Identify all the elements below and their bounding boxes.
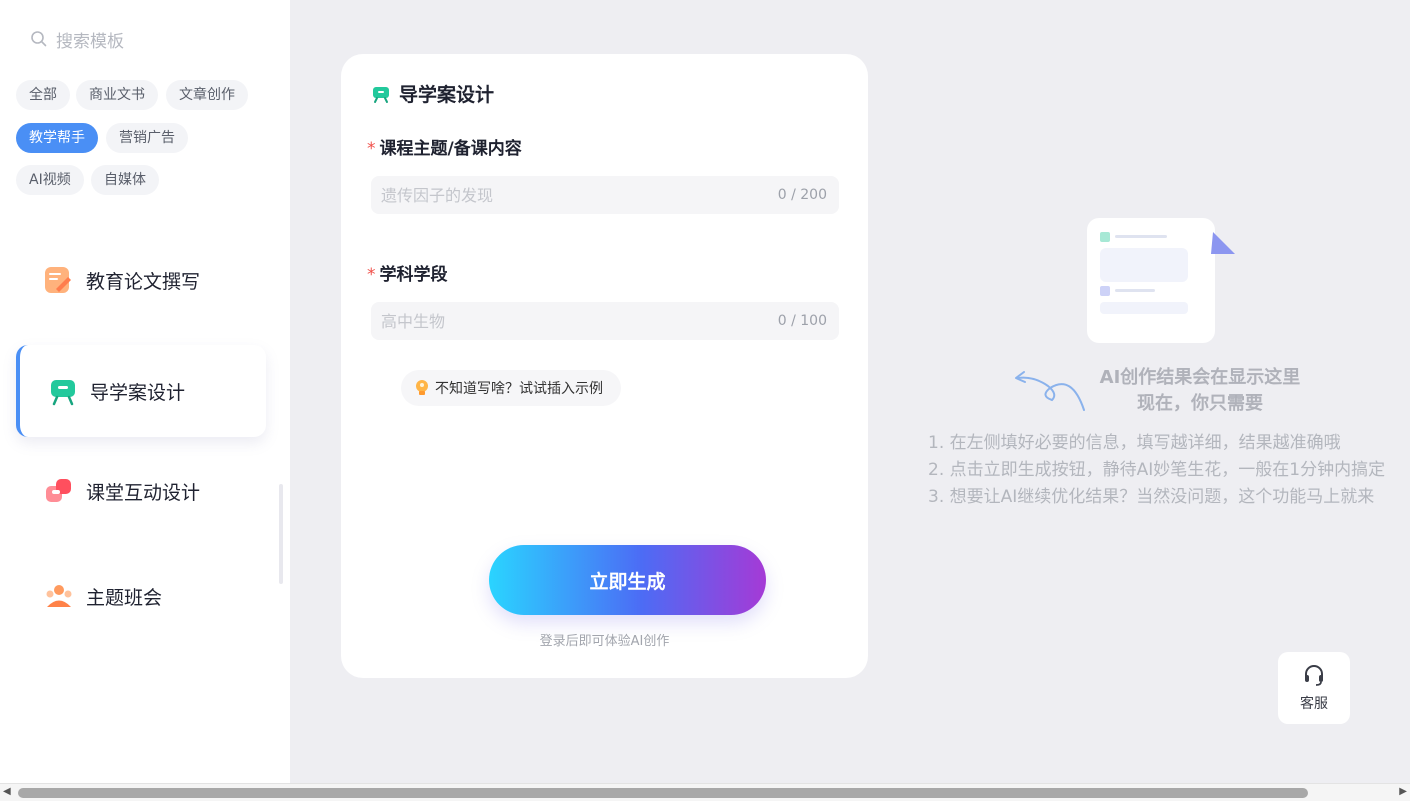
- subject-level-field[interactable]: 0 / 100: [371, 302, 839, 340]
- easel-icon: [48, 376, 78, 406]
- sidebar-scrollbar[interactable]: [279, 484, 283, 584]
- category-chip-self-media[interactable]: 自媒体: [91, 165, 159, 195]
- scroll-right-arrow-icon[interactable]: ▶: [1399, 786, 1407, 797]
- edit-paper-icon: [44, 265, 74, 295]
- horizontal-scrollbar[interactable]: ◀ ▶: [0, 783, 1410, 801]
- form-title-text: 导学案设计: [399, 84, 495, 106]
- template-item-label: 导学案设计: [90, 381, 186, 404]
- insert-example-button[interactable]: 不知道写啥？试试插入示例: [401, 370, 621, 406]
- document-illustration-icon: [1087, 218, 1235, 343]
- generate-button[interactable]: 立即生成: [489, 545, 766, 615]
- easel-icon: [373, 86, 389, 103]
- search-icon: [31, 31, 47, 47]
- course-topic-field[interactable]: 0 / 200: [371, 176, 839, 214]
- sidebar: 搜索模板 全部 商业文书 文章创作 教学帮手 营销广告 AI视频 自媒体 教育论…: [0, 0, 290, 783]
- result-placeholder-title: AI创作结果会在显示这里: [1099, 367, 1301, 388]
- subject-level-counter: 0 / 100: [777, 313, 827, 329]
- instruction-steps: 1. 在左侧填好必要的信息，填写越详细，结果越准确哦 2. 点击立即生成按钮，静…: [928, 430, 1385, 511]
- template-item-classroom-interaction[interactable]: 课堂互动设计: [16, 445, 266, 537]
- course-topic-counter: 0 / 200: [777, 187, 827, 203]
- template-item-label: 主题班会: [86, 586, 163, 609]
- category-chip-teaching[interactable]: 教学帮手: [16, 123, 98, 153]
- course-topic-label: * 课程主题/备课内容: [367, 139, 522, 159]
- headset-icon: [1305, 665, 1323, 686]
- course-topic-input[interactable]: [381, 185, 761, 205]
- template-item-label: 教育论文撰写: [86, 270, 201, 293]
- template-search[interactable]: 搜索模板: [30, 26, 124, 52]
- login-note: 登录后即可体验AI创作: [539, 634, 670, 649]
- category-chip-ai-video[interactable]: AI视频: [16, 165, 84, 195]
- scrollbar-thumb[interactable]: [18, 788, 1308, 798]
- instruction-step: 3. 想要让AI继续优化结果？当然没问题，这个功能马上就来: [928, 487, 1375, 507]
- form-card: 导学案设计 *课程主题/备课内容 0 / 200 *学科学段 0 / 100 不…: [341, 54, 868, 678]
- subject-level-label: * 学科学段: [367, 265, 448, 285]
- search-placeholder: 搜索模板: [56, 31, 124, 52]
- insert-example-label: 不知道写啥？试试插入示例: [435, 381, 603, 397]
- template-item-study-guide[interactable]: 导学案设计: [16, 345, 266, 437]
- lightbulb-icon: [416, 380, 428, 395]
- class-meeting-icon: [44, 581, 74, 611]
- subject-level-input[interactable]: [381, 311, 761, 331]
- form-title: 导学案设计: [371, 80, 494, 107]
- customer-service-button[interactable]: 客服: [1278, 652, 1350, 724]
- category-chip-all[interactable]: 全部: [16, 80, 70, 110]
- customer-service-label: 客服: [1300, 696, 1328, 712]
- category-chip-marketing[interactable]: 营销广告: [106, 123, 188, 153]
- template-item-class-meeting[interactable]: 主题班会: [16, 550, 266, 642]
- interaction-blocks-icon: [44, 476, 74, 506]
- category-chip-writing[interactable]: 文章创作: [166, 80, 248, 110]
- template-item-edu-paper[interactable]: 教育论文撰写: [16, 234, 266, 326]
- required-mark: *: [367, 265, 376, 285]
- template-item-label: 课堂互动设计: [86, 481, 201, 504]
- instruction-step: 1. 在左侧填好必要的信息，填写越详细，结果越准确哦: [928, 433, 1341, 453]
- category-chip-business[interactable]: 商业文书: [76, 80, 158, 110]
- required-mark: *: [367, 139, 376, 159]
- instruction-step: 2. 点击立即生成按钮，静待AI妙笔生花，一般在1分钟内搞定: [928, 460, 1386, 480]
- result-placeholder-subtitle: 现在，你只需要: [1137, 393, 1263, 414]
- scroll-left-arrow-icon[interactable]: ◀: [3, 786, 11, 797]
